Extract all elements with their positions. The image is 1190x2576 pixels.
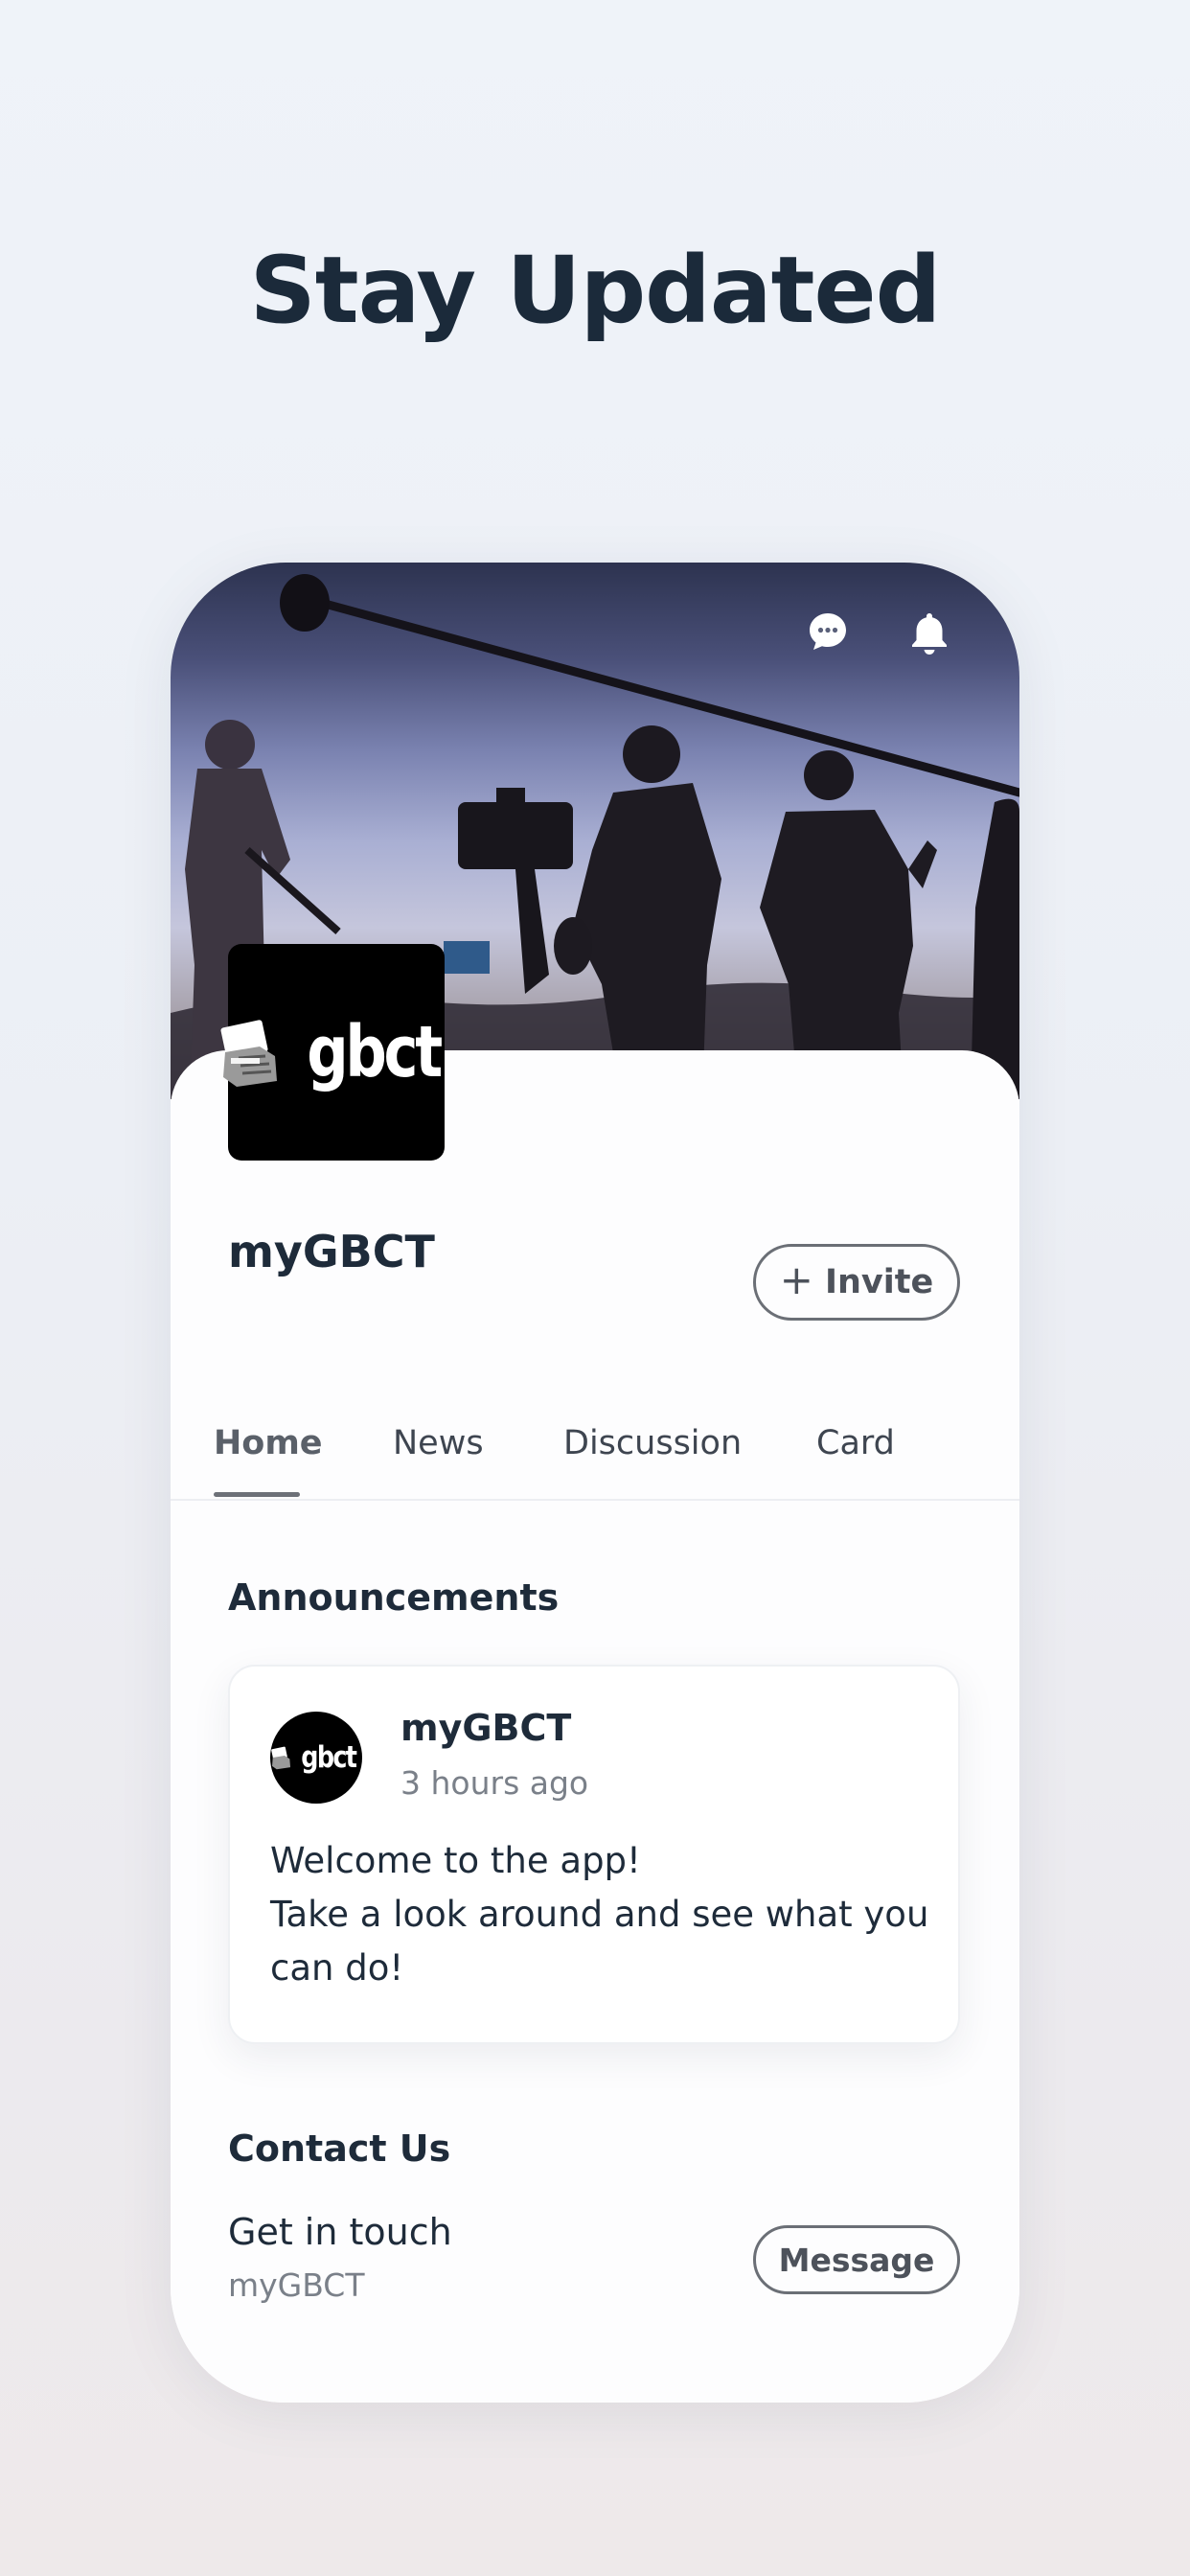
tab-news[interactable]: News — [393, 1420, 484, 1497]
avatar: gbct — [270, 1712, 362, 1804]
card-hand-icon — [220, 1020, 278, 1087]
post-author: myGBCT — [400, 1707, 572, 1749]
contact-heading: Contact Us — [228, 2128, 451, 2170]
contact-title: Get in touch — [228, 2211, 452, 2253]
post-body-line: can do! — [270, 1947, 404, 1989]
post-body: Welcome to the app! Take a look around a… — [270, 1834, 931, 1995]
tab-card-label: Card — [816, 1424, 895, 1462]
contact-subtitle: myGBCT — [228, 2266, 365, 2304]
card-hand-icon — [271, 1746, 291, 1770]
announcements-heading: Announcements — [228, 1576, 560, 1619]
tab-discussion-label: Discussion — [563, 1424, 743, 1462]
invite-label: Invite — [824, 1263, 934, 1301]
post-body-line: Welcome to the app! — [270, 1840, 641, 1881]
announcement-card[interactable]: gbct myGBCT 3 hours ago Welcome to the a… — [228, 1665, 960, 2044]
tab-discussion[interactable]: Discussion — [563, 1420, 742, 1497]
phone-mockup: gbct myGBCT + Invite Home News Discussio… — [171, 563, 1019, 2403]
avatar-logo-text: gbct — [301, 1740, 358, 1775]
bell-icon[interactable] — [908, 610, 962, 664]
logo-text: gbct — [307, 1011, 444, 1093]
chat-bubble-icon[interactable] — [807, 610, 860, 664]
post-timestamp: 3 hours ago — [400, 1764, 589, 1802]
active-tab-indicator — [214, 1492, 300, 1497]
tab-card[interactable]: Card — [816, 1420, 895, 1497]
community-logo: gbct — [220, 944, 445, 1161]
message-button[interactable]: Message — [753, 2225, 960, 2294]
community-name: myGBCT — [228, 1226, 435, 1277]
plus-icon: + — [779, 1256, 813, 1303]
tab-home[interactable]: Home — [214, 1420, 323, 1497]
invite-button[interactable]: + Invite — [753, 1244, 960, 1321]
tab-news-label: News — [393, 1424, 484, 1462]
headline: Stay Updated — [249, 237, 942, 344]
tab-bar: Home News Discussion Card — [171, 1420, 1019, 1501]
tab-home-label: Home — [214, 1424, 323, 1462]
post-body-line: Take a look around and see what you — [270, 1894, 929, 1935]
